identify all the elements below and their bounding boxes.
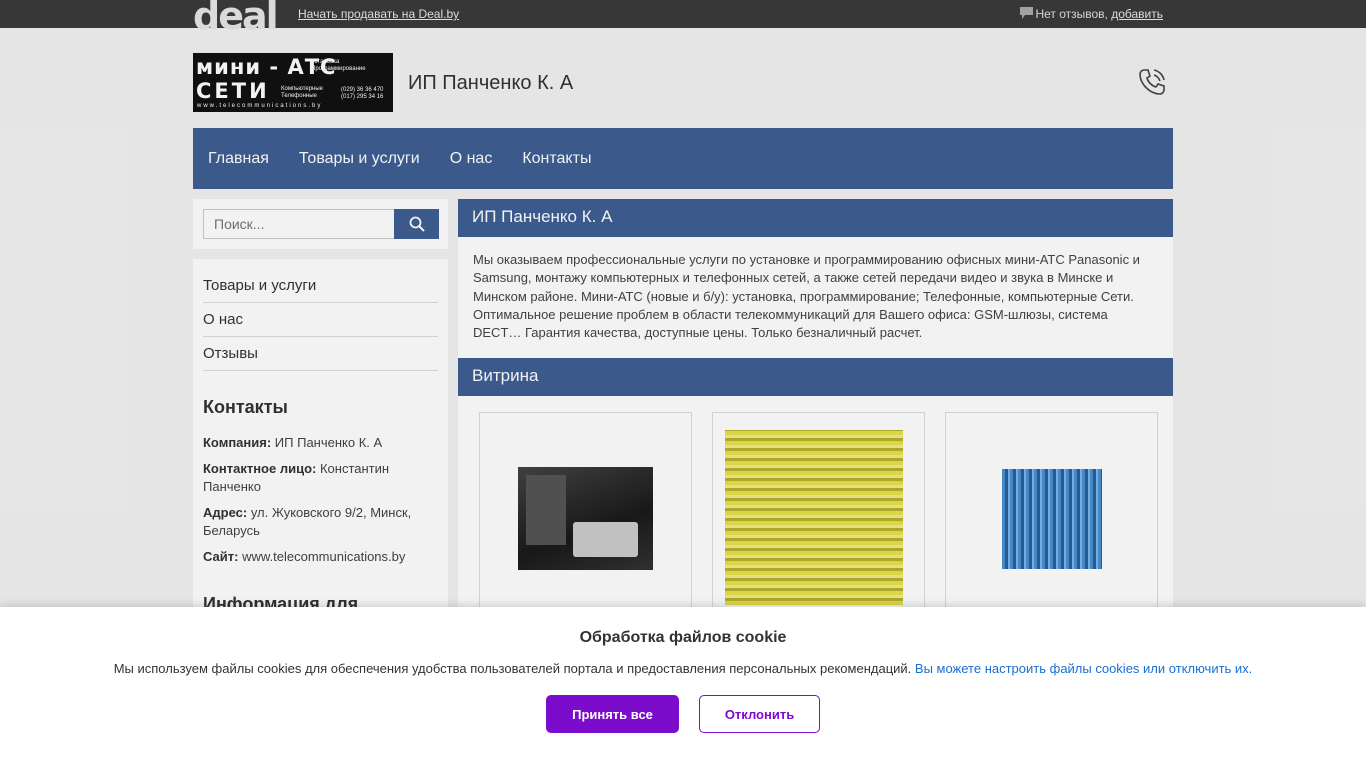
cookie-settings-link[interactable]: Вы можете настроить файлы cookies или от… — [915, 661, 1252, 676]
decline-button[interactable]: Отклонить — [699, 695, 820, 733]
cookie-description: Мы используем файлы cookies для обеспече… — [113, 661, 912, 676]
accept-all-button[interactable]: Принять все — [546, 695, 679, 733]
cookie-banner: Обработка файлов cookie Мы используем фа… — [0, 607, 1366, 768]
cookie-title: Обработка файлов cookie — [579, 629, 787, 646]
cookie-buttons: Принять все Отклонить — [0, 695, 1366, 733]
cookie-text: Мы используем файлы cookies для обеспече… — [0, 661, 1366, 676]
